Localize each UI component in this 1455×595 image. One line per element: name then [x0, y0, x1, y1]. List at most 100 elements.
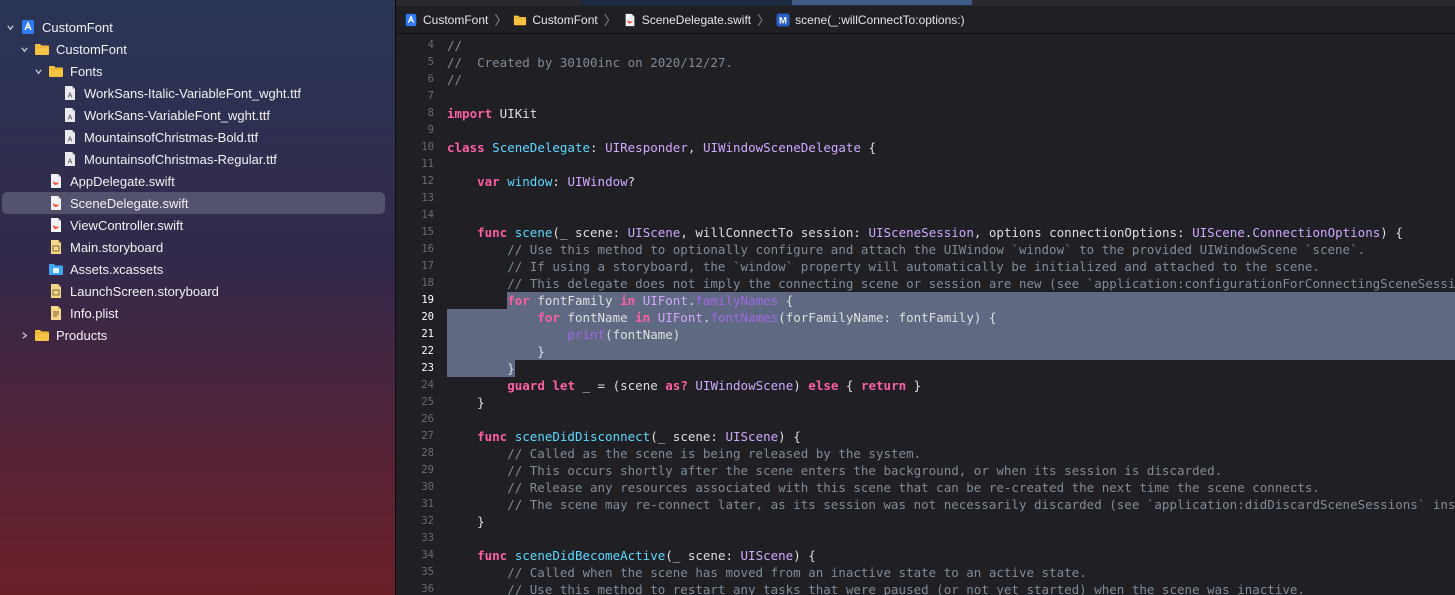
navigator-item[interactable]: A MountainsofChristmas-Bold.ttf: [0, 126, 396, 148]
chevron-right-icon[interactable]: [18, 329, 30, 341]
code-token: }: [447, 395, 485, 410]
navigator-item[interactable]: Assets.xcassets: [0, 258, 396, 280]
code-line[interactable]: 18 // This delegate does not imply the c…: [396, 275, 1455, 292]
code-line[interactable]: 6 //: [396, 71, 1455, 88]
code-line[interactable]: 9: [396, 122, 1455, 139]
line-number: 16: [421, 243, 434, 255]
code-token: (fontName): [605, 327, 681, 342]
code-line[interactable]: 5 // Created by 30100inc on 2020/12/27.: [396, 54, 1455, 71]
code-line[interactable]: 27 func sceneDidDisconnect(_ scene: UISc…: [396, 428, 1455, 445]
code-token: }: [447, 344, 545, 359]
code-token: ): [793, 378, 809, 393]
code-line[interactable]: 24 guard let _ = (scene as? UIWindowScen…: [396, 377, 1455, 394]
code-line[interactable]: 12 var window: UIWindow?: [396, 173, 1455, 190]
code-token: sceneDidBecomeActive: [514, 548, 666, 563]
code-line[interactable]: 32 }: [396, 513, 1455, 530]
code-line[interactable]: 17 // If using a storyboard, the `window…: [396, 258, 1455, 275]
font-file-icon: A: [62, 151, 78, 167]
navigator-item[interactable]: Main.storyboard: [0, 236, 396, 258]
code-area[interactable]: 4 // 5 // Created by 30100inc on 2020/12/27…: [396, 34, 1455, 595]
code-text: func sceneDidBecomeActive(_ scene: UISce…: [447, 547, 816, 564]
code-token: func: [477, 548, 508, 563]
code-line[interactable]: 31 // The scene may re-connect later, as…: [396, 496, 1455, 513]
code-line[interactable]: 7: [396, 88, 1455, 105]
code-token: {: [778, 293, 794, 308]
navigator-item[interactable]: SceneDelegate.swift: [2, 192, 385, 214]
breadcrumb-item[interactable]: CustomFont: [404, 13, 488, 27]
breadcrumb-separator-icon: 〉: [494, 13, 508, 28]
code-line[interactable]: 35 // Called when the scene has moved fr…: [396, 564, 1455, 581]
code-line[interactable]: 21 print(fontName): [396, 326, 1455, 343]
code-text: // Called when the scene has moved from …: [447, 564, 1086, 581]
navigator-item[interactable]: AppDelegate.swift: [0, 170, 396, 192]
navigator-item-label: Assets.xcassets: [70, 261, 164, 277]
line-number: 13: [421, 192, 434, 204]
code-token: ) {: [1380, 225, 1403, 240]
chevron-down-icon[interactable]: [18, 43, 30, 55]
code-line[interactable]: 4 //: [396, 37, 1455, 54]
code-line[interactable]: 23 }: [396, 360, 1455, 377]
code-token: UIScene: [1192, 225, 1245, 240]
code-token: ?: [627, 174, 636, 189]
code-token: (_ scene:: [552, 225, 628, 240]
breadcrumb-item[interactable]: CustomFont: [513, 13, 598, 27]
swift-file-icon: [48, 195, 64, 211]
folder-icon: [513, 13, 527, 27]
code-line[interactable]: 25 }: [396, 394, 1455, 411]
code-line[interactable]: 11: [396, 156, 1455, 173]
code-line[interactable]: 8 import UIKit: [396, 105, 1455, 122]
code-line[interactable]: 28 // Called as the scene is being relea…: [396, 445, 1455, 462]
navigator-item[interactable]: CustomFont: [0, 16, 396, 38]
code-line[interactable]: 30 // Release any resources associated w…: [396, 479, 1455, 496]
code-token: guard: [507, 378, 545, 393]
navigator-item-label: Main.storyboard: [70, 239, 164, 255]
code-line[interactable]: 13: [396, 190, 1455, 207]
code-line[interactable]: 36 // Use this method to restart any tas…: [396, 581, 1455, 595]
svg-text:A: A: [68, 137, 73, 144]
code-token: {: [838, 378, 861, 393]
code-line[interactable]: 14: [396, 207, 1455, 224]
navigator-item[interactable]: Fonts: [0, 60, 396, 82]
navigator-item[interactable]: A WorkSans-Italic-VariableFont_wght.ttf: [0, 82, 396, 104]
breadcrumb-label: SceneDelegate.swift: [641, 12, 752, 27]
code-line[interactable]: 26: [396, 411, 1455, 428]
storyboard-file-icon: [48, 283, 64, 299]
navigator-item[interactable]: Info.plist: [0, 302, 396, 324]
breadcrumb-item[interactable]: Mscene(_:willConnectTo:options:): [776, 13, 965, 27]
code-line[interactable]: 16 // Use this method to optionally conf…: [396, 241, 1455, 258]
code-text: }: [447, 513, 485, 530]
line-number: 5: [427, 56, 434, 68]
code-line[interactable]: 19 for fontFamily in UIFont.familyNames …: [396, 292, 1455, 309]
breadcrumb-separator-icon: 〉: [757, 13, 771, 28]
line-number: 12: [421, 175, 434, 187]
navigator-item[interactable]: ViewController.swift: [0, 214, 396, 236]
navigator-item[interactable]: A WorkSans-VariableFont_wght.ttf: [0, 104, 396, 126]
code-line[interactable]: 34 func sceneDidBecomeActive(_ scene: UI…: [396, 547, 1455, 564]
navigator-item[interactable]: A MountainsofChristmas-Regular.ttf: [0, 148, 396, 170]
code-line[interactable]: 22 }: [396, 343, 1455, 360]
code-token: UIWindowScene: [695, 378, 794, 393]
code-line[interactable]: 10 class SceneDelegate: UIResponder, UIWi…: [396, 139, 1455, 156]
code-token: familyNames: [695, 293, 779, 308]
code-line[interactable]: 33: [396, 530, 1455, 547]
code-token: class: [447, 140, 485, 155]
line-number: 28: [421, 447, 434, 459]
navigator-item[interactable]: CustomFont: [0, 38, 396, 60]
navigator-item[interactable]: LaunchScreen.storyboard: [0, 280, 396, 302]
code-token: in: [620, 293, 636, 308]
chevron-down-icon[interactable]: [32, 65, 44, 77]
code-line[interactable]: 20 for fontName in UIFont.fontNames(forF…: [396, 309, 1455, 326]
chevron-down-icon[interactable]: [4, 21, 16, 33]
navigator-item[interactable]: Products: [0, 324, 396, 346]
breadcrumb-item[interactable]: SceneDelegate.swift: [623, 13, 751, 27]
line-number: 27: [421, 430, 434, 442]
code-line[interactable]: 15 func scene(_ scene: UIScene, willConn…: [396, 224, 1455, 241]
code-line[interactable]: 29 // This occurs shortly after the scen…: [396, 462, 1455, 479]
